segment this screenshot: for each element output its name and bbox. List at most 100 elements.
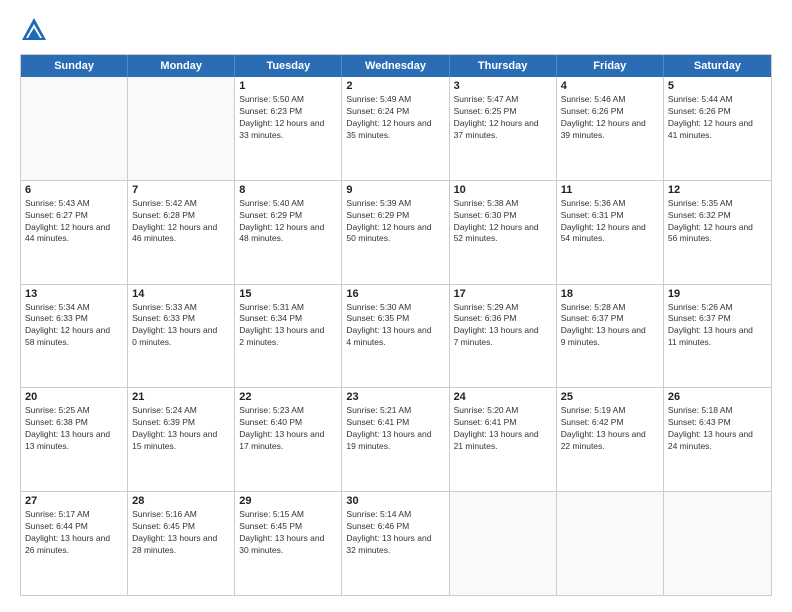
sunrise-text: Sunrise: 5:44 AM bbox=[668, 94, 767, 106]
daylight-text-2: 21 minutes. bbox=[454, 441, 552, 453]
daylight-text-1: Daylight: 13 hours and bbox=[561, 429, 659, 441]
daylight-text-1: Daylight: 12 hours and bbox=[239, 118, 337, 130]
sunset-text: Sunset: 6:44 PM bbox=[25, 521, 123, 533]
calendar-cell-4-2: 29Sunrise: 5:15 AMSunset: 6:45 PMDayligh… bbox=[235, 492, 342, 595]
daylight-text-1: Daylight: 12 hours and bbox=[132, 222, 230, 234]
sunset-text: Sunset: 6:36 PM bbox=[454, 313, 552, 325]
day-number: 28 bbox=[132, 495, 230, 507]
weekday-header-friday: Friday bbox=[557, 55, 664, 77]
daylight-text-1: Daylight: 13 hours and bbox=[239, 533, 337, 545]
calendar-cell-0-2: 1 Sunrise: 5:50 AMSunset: 6:23 PMDaylight… bbox=[235, 77, 342, 180]
sunrise-text: Sunrise: 5:26 AM bbox=[668, 302, 767, 314]
sunrise-text: Sunrise: 5:18 AM bbox=[668, 405, 767, 417]
sunrise-text: Sunrise: 5:50 AM bbox=[239, 94, 337, 106]
daylight-text-1: Daylight: 13 hours and bbox=[132, 429, 230, 441]
daylight-text-1: Daylight: 13 hours and bbox=[132, 533, 230, 545]
sunrise-text: Sunrise: 5:49 AM bbox=[346, 94, 444, 106]
weekday-header-wednesday: Wednesday bbox=[342, 55, 449, 77]
daylight-text-1: Daylight: 13 hours and bbox=[25, 533, 123, 545]
daylight-text-2: 32 minutes. bbox=[346, 545, 444, 557]
calendar: SundayMondayTuesdayWednesdayThursdayFrid… bbox=[20, 54, 772, 596]
calendar-cell-1-3: 9Sunrise: 5:39 AMSunset: 6:29 PMDaylight… bbox=[342, 181, 449, 284]
daylight-text-2: 22 minutes. bbox=[561, 441, 659, 453]
sunrise-text: Sunrise: 5:47 AM bbox=[454, 94, 552, 106]
daylight-text-1: Daylight: 12 hours and bbox=[346, 222, 444, 234]
daylight-text-1: Daylight: 13 hours and bbox=[561, 325, 659, 337]
sunrise-text: Sunrise: 5:33 AM bbox=[132, 302, 230, 314]
calendar-cell-3-2: 22Sunrise: 5:23 AMSunset: 6:40 PMDayligh… bbox=[235, 388, 342, 491]
calendar-cell-4-3: 30Sunrise: 5:14 AMSunset: 6:46 PMDayligh… bbox=[342, 492, 449, 595]
day-number: 20 bbox=[25, 391, 123, 403]
daylight-text-1: Daylight: 13 hours and bbox=[668, 325, 767, 337]
day-number: 6 bbox=[25, 184, 123, 196]
sunset-text: Sunset: 6:41 PM bbox=[346, 417, 444, 429]
calendar-cell-3-4: 24Sunrise: 5:20 AMSunset: 6:41 PMDayligh… bbox=[450, 388, 557, 491]
daylight-text-1: Daylight: 13 hours and bbox=[346, 429, 444, 441]
sunrise-text: Sunrise: 5:35 AM bbox=[668, 198, 767, 210]
sunrise-text: Sunrise: 5:23 AM bbox=[239, 405, 337, 417]
logo bbox=[20, 16, 52, 44]
weekday-header-sunday: Sunday bbox=[21, 55, 128, 77]
daylight-text-2: 24 minutes. bbox=[668, 441, 767, 453]
day-number: 25 bbox=[561, 391, 659, 403]
sunset-text: Sunset: 6:37 PM bbox=[668, 313, 767, 325]
daylight-text-2: 13 minutes. bbox=[25, 441, 123, 453]
weekday-header-monday: Monday bbox=[128, 55, 235, 77]
daylight-text-2: 58 minutes. bbox=[25, 337, 123, 349]
day-number: 3 bbox=[454, 80, 552, 92]
weekday-header-saturday: Saturday bbox=[664, 55, 771, 77]
daylight-text-2: 56 minutes. bbox=[668, 233, 767, 245]
day-number: 5 bbox=[668, 80, 767, 92]
sunset-text: Sunset: 6:43 PM bbox=[668, 417, 767, 429]
daylight-text-2: 28 minutes. bbox=[132, 545, 230, 557]
day-number: 30 bbox=[346, 495, 444, 507]
calendar-cell-0-4: 3Sunrise: 5:47 AMSunset: 6:25 PMDaylight… bbox=[450, 77, 557, 180]
day-number: 12 bbox=[668, 184, 767, 196]
sunrise-text: Sunrise: 5:14 AM bbox=[346, 509, 444, 521]
daylight-text-1: Daylight: 13 hours and bbox=[454, 325, 552, 337]
daylight-text-2: 19 minutes. bbox=[346, 441, 444, 453]
daylight-text-2: 9 minutes. bbox=[561, 337, 659, 349]
sunrise-text: Sunrise: 5:29 AM bbox=[454, 302, 552, 314]
calendar-cell-1-6: 12Sunrise: 5:35 AMSunset: 6:32 PMDayligh… bbox=[664, 181, 771, 284]
daylight-text-2: 33 minutes. bbox=[239, 130, 337, 142]
calendar-cell-4-6 bbox=[664, 492, 771, 595]
sunset-text: Sunset: 6:23 PM bbox=[239, 106, 337, 118]
sunrise-text: Sunrise: 5:34 AM bbox=[25, 302, 123, 314]
calendar-cell-0-3: 2Sunrise: 5:49 AMSunset: 6:24 PMDaylight… bbox=[342, 77, 449, 180]
sunset-text: Sunset: 6:45 PM bbox=[132, 521, 230, 533]
calendar-cell-2-2: 15Sunrise: 5:31 AMSunset: 6:34 PMDayligh… bbox=[235, 285, 342, 388]
daylight-text-2: 52 minutes. bbox=[454, 233, 552, 245]
daylight-text-1: Daylight: 13 hours and bbox=[25, 429, 123, 441]
daylight-text-2: 37 minutes. bbox=[454, 130, 552, 142]
day-number: 18 bbox=[561, 288, 659, 300]
calendar-body: 1Sunrise: 5:50 AMSunset: 6:23 PMDaylight… bbox=[21, 77, 771, 595]
calendar-cell-2-0: 13Sunrise: 5:34 AMSunset: 6:33 PMDayligh… bbox=[21, 285, 128, 388]
day-number: 19 bbox=[668, 288, 767, 300]
calendar-cell-2-5: 18Sunrise: 5:28 AMSunset: 6:37 PMDayligh… bbox=[557, 285, 664, 388]
daylight-text-2: 44 minutes. bbox=[25, 233, 123, 245]
calendar-cell-2-3: 16Sunrise: 5:30 AMSunset: 6:35 PMDayligh… bbox=[342, 285, 449, 388]
daylight-text-1: Daylight: 13 hours and bbox=[454, 429, 552, 441]
sunrise-text: Sunrise: 5:28 AM bbox=[561, 302, 659, 314]
calendar-cell-1-4: 10Sunrise: 5:38 AMSunset: 6:30 PMDayligh… bbox=[450, 181, 557, 284]
day-number: 29 bbox=[239, 495, 337, 507]
calendar-cell-0-0 bbox=[21, 77, 128, 180]
sunrise-text: Sunrise: 5:19 AM bbox=[561, 405, 659, 417]
calendar-cell-1-0: 6Sunrise: 5:43 AMSunset: 6:27 PMDaylight… bbox=[21, 181, 128, 284]
day-number: 7 bbox=[132, 184, 230, 196]
daylight-text-2: 7 minutes. bbox=[454, 337, 552, 349]
sunset-text: Sunset: 6:29 PM bbox=[239, 210, 337, 222]
page: SundayMondayTuesdayWednesdayThursdayFrid… bbox=[0, 0, 792, 612]
day-number: 22 bbox=[239, 391, 337, 403]
sunset-text: Sunset: 6:31 PM bbox=[561, 210, 659, 222]
calendar-cell-2-4: 17Sunrise: 5:29 AMSunset: 6:36 PMDayligh… bbox=[450, 285, 557, 388]
logo-icon bbox=[20, 16, 48, 44]
calendar-cell-3-1: 21Sunrise: 5:24 AMSunset: 6:39 PMDayligh… bbox=[128, 388, 235, 491]
daylight-text-2: 35 minutes. bbox=[346, 130, 444, 142]
sunset-text: Sunset: 6:33 PM bbox=[132, 313, 230, 325]
sunrise-text: Sunrise: 5:15 AM bbox=[239, 509, 337, 521]
sunrise-text: Sunrise: 5:43 AM bbox=[25, 198, 123, 210]
day-number: 14 bbox=[132, 288, 230, 300]
day-number: 1 bbox=[239, 80, 337, 92]
